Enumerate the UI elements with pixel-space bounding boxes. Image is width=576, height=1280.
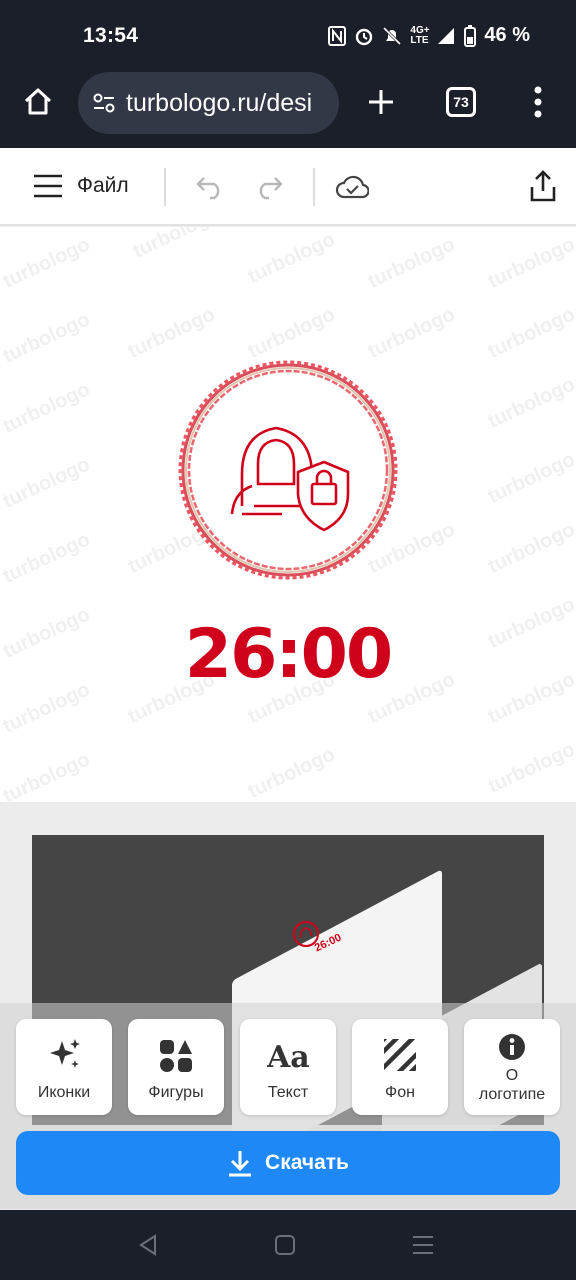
text-icon: Aa (267, 1040, 309, 1073)
download-icon (229, 1151, 252, 1177)
cloud-saved-icon[interactable] (335, 174, 369, 200)
redo-icon[interactable] (253, 174, 283, 200)
watermark: turbologo (244, 228, 339, 288)
watermark: turbologo (0, 453, 94, 513)
shapes-icon (160, 1040, 192, 1072)
tool-shapes-button[interactable]: Фигуры (128, 1019, 224, 1115)
watermark: turbologo (484, 233, 576, 293)
background-icon (384, 1039, 416, 1071)
status-icons: 4G+ LTE 46 % (328, 24, 530, 47)
editor-toolbar: Файл (0, 148, 576, 226)
watermark: turbologo (0, 308, 94, 368)
info-icon (499, 1034, 525, 1060)
watermark: turbologo (484, 518, 576, 578)
signal-icon (438, 27, 455, 44)
watermark: turbologo (0, 233, 94, 293)
share-icon[interactable] (530, 170, 556, 202)
system-nav-bar (0, 1210, 576, 1280)
network-label: 4G+ LTE (410, 24, 430, 46)
tool-label: Текст (267, 1084, 309, 1101)
tool-text-button[interactable]: Aa Текст (240, 1019, 336, 1115)
browser-toolbar: turbologo.ru/desi 73 (0, 72, 576, 148)
site-settings-icon[interactable] (92, 92, 116, 114)
battery-icon (464, 24, 477, 47)
watermark: turbologo (0, 378, 94, 438)
url-text: turbologo.ru/desi (126, 88, 313, 117)
sparkle-icon (50, 1039, 80, 1068)
watermark: turbologo (244, 743, 339, 802)
file-menu-label[interactable]: Файл (77, 174, 129, 198)
download-button[interactable]: Скачать (16, 1131, 560, 1195)
battery-percent: 46 % (484, 24, 530, 46)
recents-icon[interactable] (412, 1235, 434, 1255)
alarm-icon (356, 28, 373, 45)
hacker-shield-icon (230, 426, 350, 532)
watermark: turbologo (0, 748, 94, 802)
watermark: turbologo (0, 528, 94, 588)
home-nav-icon[interactable] (275, 1235, 295, 1255)
tool-label: Иконки (37, 1084, 91, 1101)
watermark: turbologo (484, 303, 576, 363)
status-time: 13:54 (83, 24, 139, 47)
tool-icons-button[interactable]: Иконки (16, 1019, 112, 1115)
tool-label: Фон (385, 1084, 415, 1101)
tool-label: О (505, 1067, 519, 1084)
tool-background-button[interactable]: Фон (352, 1019, 448, 1115)
back-icon[interactable] (137, 1234, 159, 1256)
toolbar-divider (313, 168, 315, 206)
logo-text[interactable]: 26:00 (0, 615, 576, 694)
watermark: turbologo (129, 227, 224, 263)
home-icon[interactable] (22, 86, 54, 118)
watermark: turbologo (364, 233, 459, 293)
watermark: turbologo (484, 738, 576, 798)
watermark: turbologo (484, 373, 576, 433)
tool-label: Фигуры (148, 1084, 204, 1101)
svg-text:Aa: Aa (267, 1040, 309, 1073)
status-bar: 13:54 4G+ LTE 46 % (0, 0, 576, 72)
watermark: turbologo (484, 448, 576, 508)
new-tab-icon[interactable] (367, 88, 395, 116)
address-bar[interactable]: turbologo.ru/desi (78, 72, 339, 134)
toolbar-divider (164, 168, 166, 206)
tab-switcher-button[interactable]: 73 (446, 87, 476, 117)
tool-about-logo-button[interactable]: О логотипе (464, 1019, 560, 1115)
nfc-icon (328, 25, 347, 46)
hamburger-menu-icon[interactable] (33, 174, 63, 198)
logo-emblem[interactable] (172, 354, 404, 586)
undo-icon[interactable] (196, 174, 226, 200)
download-label: Скачать (265, 1151, 349, 1174)
tool-label: логотипе (478, 1086, 546, 1103)
tools-panel: Иконки Фигуры Aa Текст Фон О логотипе Ск… (0, 1003, 576, 1209)
logo-canvas[interactable]: turbologo turbologo turbologo turbologo … (0, 227, 576, 802)
more-menu-icon[interactable] (533, 86, 543, 118)
mute-icon (383, 26, 402, 45)
